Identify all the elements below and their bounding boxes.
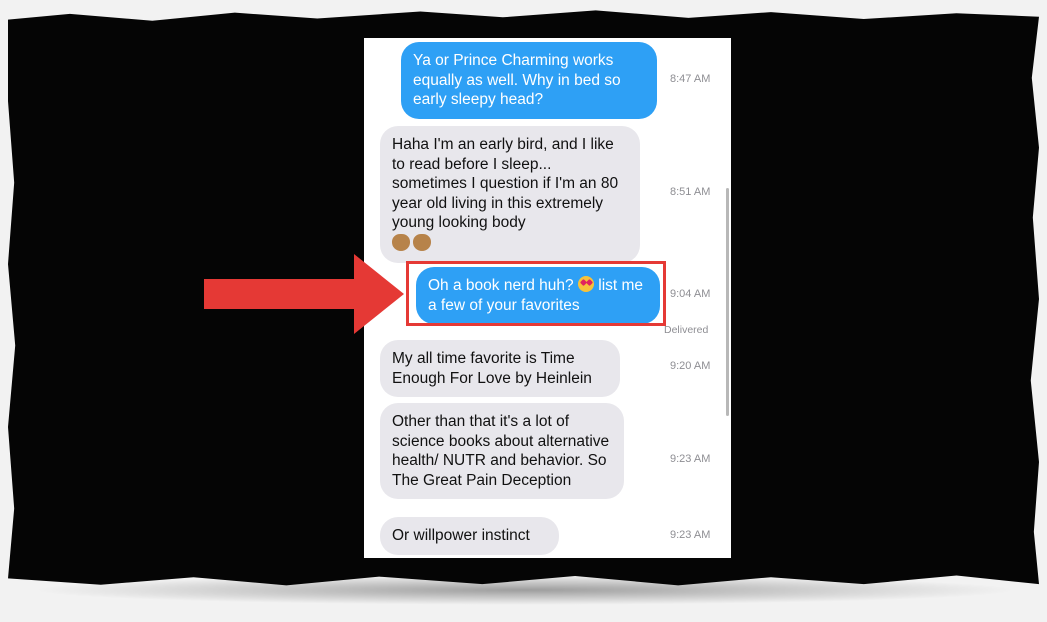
message-text: Ya or Prince Charming works equally as w… (413, 52, 621, 108)
message-timestamp: 8:47 AM (670, 73, 711, 85)
message-timestamp: 9:04 AM (670, 288, 711, 300)
scrollbar[interactable] (726, 188, 729, 416)
message-text: Haha I'm an early bird, and I like to re… (392, 136, 619, 231)
see-no-evil-monkey-icon (392, 233, 410, 251)
message-text: My all time favorite is Time Enough For … (392, 350, 592, 387)
frame-shadow (30, 575, 1020, 605)
message-bubble-sent[interactable]: Ya or Prince Charming works equally as w… (401, 42, 657, 119)
message-bubble-received[interactable]: Haha I'm an early bird, and I like to re… (380, 126, 640, 263)
red-arrow-icon (204, 254, 404, 334)
message-timestamp: 9:23 AM (670, 529, 711, 541)
delivered-status: Delivered (664, 324, 709, 336)
message-text: Other than that it's a lot of science bo… (392, 413, 610, 489)
highlight-box (406, 261, 666, 326)
message-bubble-received[interactable]: Other than that it's a lot of science bo… (380, 403, 624, 499)
see-no-evil-monkey-icon (413, 233, 431, 251)
message-timestamp: 9:20 AM (670, 360, 711, 372)
message-timestamp: 9:23 AM (670, 453, 711, 465)
message-bubble-received[interactable]: Or willpower instinct (380, 517, 559, 555)
message-timestamp: 8:51 AM (670, 186, 711, 198)
message-bubble-received[interactable]: My all time favorite is Time Enough For … (380, 340, 620, 397)
message-text: Or willpower instinct (392, 527, 530, 544)
